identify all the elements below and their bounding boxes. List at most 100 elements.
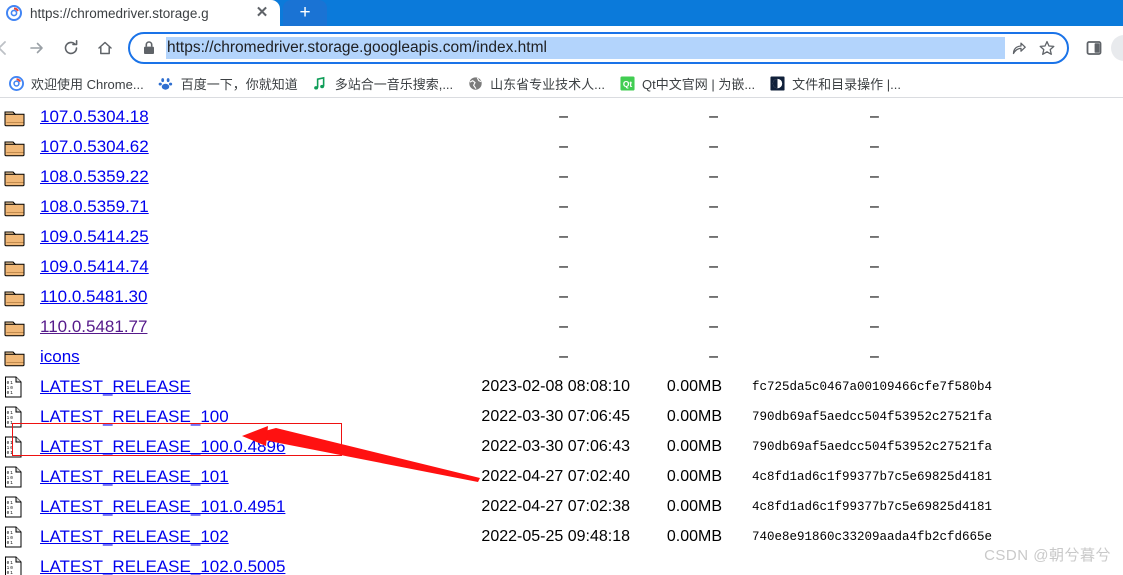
svg-text:1: 1 [10, 421, 13, 426]
row-date-cell: – [559, 318, 568, 335]
row-size-cell: – [709, 228, 718, 245]
file-link[interactable]: 110.0.5481.77 [40, 317, 147, 336]
bookmark-label: 多站合一音乐搜索,... [334, 77, 454, 92]
table-row: 110.0.5481.30 – – – [0, 282, 1123, 312]
row-name-cell: 108.0.5359.22 [40, 167, 460, 187]
file-link[interactable]: 108.0.5359.22 [40, 167, 149, 186]
row-hash-cell: 790db69af5aedcc504f53952c27521fa [752, 440, 993, 454]
file-link[interactable]: 110.0.5481.30 [40, 287, 147, 306]
file-link[interactable]: 107.0.5304.18 [40, 107, 149, 126]
browser-tab-strip: https://chromedriver.storage.g ✕ + [0, 0, 1123, 26]
file-link[interactable]: LATEST_RELEASE_101.0.4951 [40, 497, 285, 516]
bookmark-item-music[interactable]: 多站合一音乐搜索,... [306, 72, 461, 96]
side-panel-icon[interactable] [1077, 31, 1111, 65]
row-hash-cell: – [870, 138, 879, 155]
row-date-cell: – [559, 228, 568, 245]
svg-text:0: 0 [7, 451, 10, 456]
svg-text:1: 1 [10, 481, 13, 486]
row-date-cell: 2022-03-30 07:06:45 [481, 408, 630, 425]
svg-text:0: 0 [7, 481, 10, 486]
bookmarks-bar: 欢迎使用 Chrome... 百度一下，你就知道 多站合一音乐搜索,... 山东… [0, 70, 1123, 97]
folder-icon [0, 348, 40, 367]
row-hash-cell: 790db69af5aedcc504f53952c27521fa [752, 410, 993, 424]
row-date-cell: 2023-02-08 08:08:10 [481, 378, 630, 395]
row-size-cell: 0.00MB [666, 438, 722, 455]
bookmark-item-baidu[interactable]: 百度一下，你就知道 [152, 72, 306, 96]
directory-listing: 106.0.5249.61––– 107.0.5304.18––– 107.0.… [0, 98, 1123, 575]
bookmark-item-fileops[interactable]: 文件和目录操作 |... [763, 72, 909, 96]
bookmark-star-icon[interactable] [1033, 34, 1061, 62]
row-hash-cell: – [870, 198, 879, 215]
browser-tab-active[interactable]: https://chromedriver.storage.g [0, 0, 280, 26]
tab-close-icon[interactable]: ✕ [252, 2, 272, 22]
row-size-cell: 0.00MB [666, 408, 722, 425]
row-name-cell: LATEST_RELEASE_100.0.4896 [40, 437, 460, 457]
profile-avatar[interactable] [1111, 35, 1123, 61]
forward-button[interactable] [20, 31, 54, 65]
row-name-cell: LATEST_RELEASE_101.0.4951 [40, 497, 460, 517]
row-hash-cell: – [870, 348, 879, 365]
row-hash-cell: – [870, 258, 879, 275]
folder-icon [0, 108, 40, 127]
row-size-cell: – [709, 138, 718, 155]
svg-text:0: 0 [7, 391, 10, 396]
row-date-cell: – [559, 198, 568, 215]
row-name-cell: 110.0.5481.77 [40, 317, 460, 337]
row-hash-cell: – [870, 168, 879, 185]
row-size-cell: – [709, 108, 718, 125]
page-viewport: 106.0.5249.61––– 107.0.5304.18––– 107.0.… [0, 97, 1123, 575]
bookmark-item-chrome[interactable]: 欢迎使用 Chrome... [2, 72, 152, 96]
row-date-cell: 2022-04-27 07:02:40 [481, 468, 630, 485]
row-size-cell: – [709, 348, 718, 365]
file-link[interactable]: 109.0.5414.25 [40, 227, 149, 246]
bookmark-item-shandong[interactable]: 山东省专业技术人... [461, 72, 613, 96]
row-size-cell: – [709, 168, 718, 185]
file-link[interactable]: LATEST_RELEASE_102.0.5005 [40, 557, 285, 575]
table-row: 109.0.5414.25 – – – [0, 222, 1123, 252]
table-row: 010 101 LATEST_RELEASE_100.0.4896 2022-03… [0, 432, 1123, 462]
new-tab-button[interactable]: + [283, 0, 327, 26]
row-date-cell: – [559, 108, 568, 125]
folder-icon [0, 228, 40, 247]
row-name-cell: 110.0.5481.30 [40, 287, 460, 307]
file-link[interactable]: LATEST_RELEASE [40, 377, 191, 396]
row-date-cell: 2022-04-27 07:02:38 [481, 498, 630, 515]
svg-text:1: 1 [10, 451, 13, 456]
file-link[interactable]: LATEST_RELEASE_100.0.4896 [40, 437, 285, 456]
reload-button[interactable] [54, 31, 88, 65]
file-link[interactable]: LATEST_RELEASE_100 [40, 407, 229, 426]
address-bar[interactable]: https://chromedriver.storage.googleapis.… [128, 32, 1069, 64]
table-row: 107.0.5304.18 – – – [0, 102, 1123, 132]
svg-text:0: 0 [7, 571, 10, 575]
back-button[interactable] [0, 31, 20, 65]
share-icon[interactable] [1005, 34, 1033, 62]
file-link[interactable]: 109.0.5414.74 [40, 257, 149, 276]
row-name-cell: LATEST_RELEASE [40, 377, 460, 397]
table-row: 107.0.5304.62 – – – [0, 132, 1123, 162]
row-name-cell: 108.0.5359.71 [40, 197, 460, 217]
file-link[interactable]: LATEST_RELEASE_101 [40, 467, 229, 486]
bookmark-label: 欢迎使用 Chrome... [31, 77, 144, 92]
file-link[interactable]: icons [40, 347, 80, 366]
file-link[interactable]: 107.0.5304.62 [40, 137, 149, 156]
row-name-cell: 107.0.5304.62 [40, 137, 460, 157]
file-icon: 010 101 [0, 526, 40, 548]
row-size-cell: 0.00MB [666, 378, 722, 395]
file-icon: 010 101 [0, 376, 40, 398]
bookmark-label: 山东省专业技术人... [490, 77, 605, 92]
bookmark-item-qt[interactable]: Qt Qt中文官网 | 为嵌... [613, 72, 763, 96]
row-hash-cell: – [870, 228, 879, 245]
address-bar-input[interactable]: https://chromedriver.storage.googleapis.… [166, 37, 1005, 59]
chrome-globe-icon [6, 5, 22, 21]
row-hash-cell: – [870, 108, 879, 125]
file-link[interactable]: 108.0.5359.71 [40, 197, 149, 216]
row-hash-cell: 4c8fd1ad6c1f99377b7c5e69825d4181 [752, 500, 993, 514]
file-link[interactable]: LATEST_RELEASE_102 [40, 527, 229, 546]
home-button[interactable] [88, 31, 122, 65]
row-hash-cell: – [870, 318, 879, 335]
file-icon: 010 101 [0, 556, 40, 575]
table-row: 110.0.5481.77 – – – [0, 312, 1123, 342]
row-date-cell: – [559, 168, 568, 185]
folder-icon [0, 168, 40, 187]
lock-icon[interactable] [142, 40, 156, 56]
